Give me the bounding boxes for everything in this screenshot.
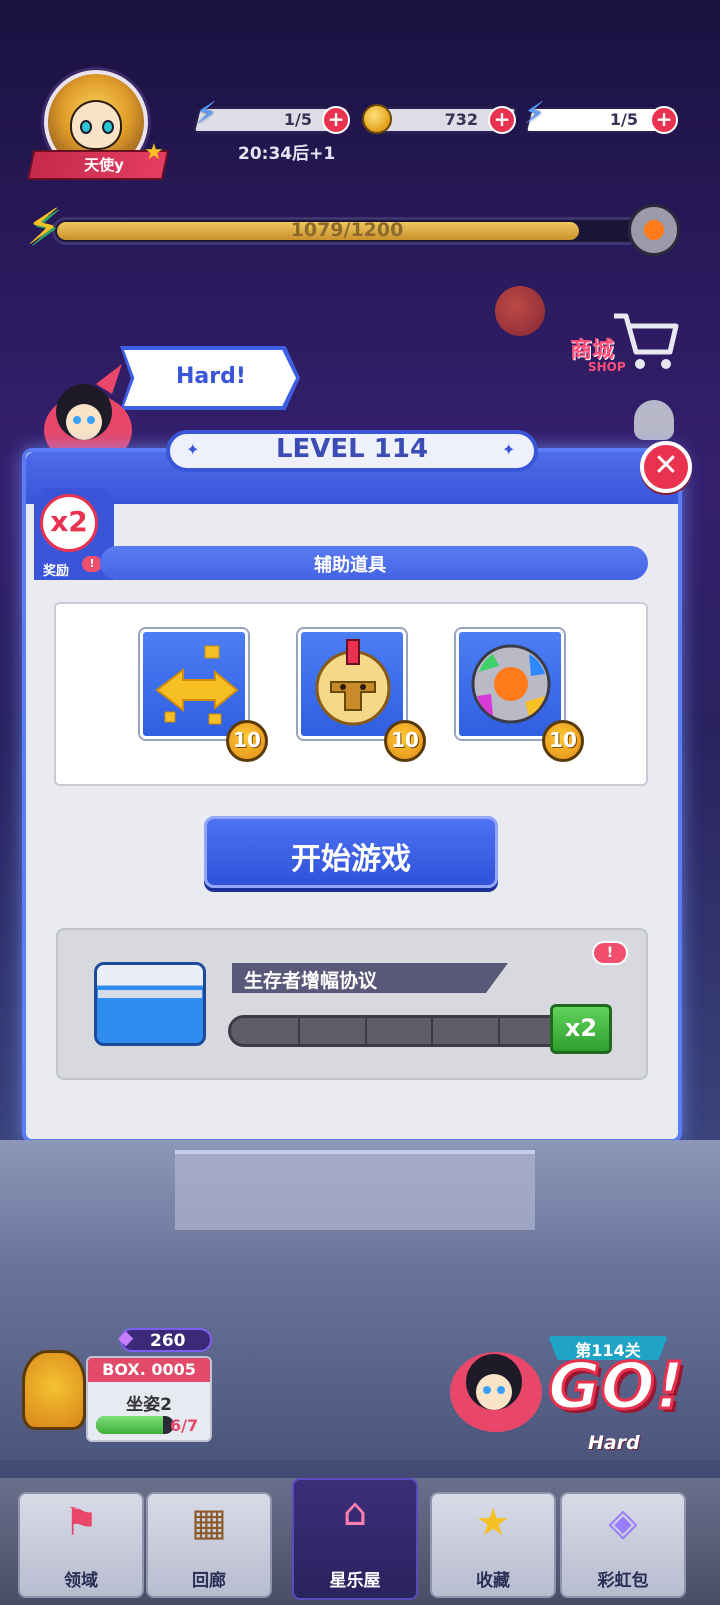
chest-icon[interactable]: [94, 962, 206, 1046]
stage-platform: [355, 1150, 535, 1230]
star-icon: ★: [475, 1500, 511, 1544]
color-orb-icon: [471, 644, 551, 724]
helmet-icon: [315, 639, 391, 726]
avatar-eye: [102, 120, 114, 134]
energy-value: 1/5: [283, 110, 312, 129]
item-gladiator-helmet[interactable]: [298, 629, 406, 739]
domain-icon: ⚑: [63, 1500, 99, 1544]
add-coins-button[interactable]: +: [488, 106, 516, 134]
add-energy-button[interactable]: +: [322, 106, 350, 134]
box-character[interactable]: [22, 1350, 86, 1430]
star-icon: ★: [144, 140, 164, 165]
box-name: 坐姿2: [126, 1395, 172, 1415]
rainbow-pack-icon: ◈: [608, 1500, 638, 1544]
lightning-bolt-icon: ⚡: [524, 96, 546, 131]
x2-ticket-icon: x2: [550, 1004, 612, 1054]
nav-label-gallery: 回廊: [192, 1571, 226, 1591]
ghost-icon: [634, 400, 674, 440]
reward-label: 奖励: [43, 564, 70, 579]
item-count-badge: 10: [226, 720, 268, 762]
star-house-icon: ⌂: [342, 1490, 368, 1534]
go-difficulty: Hard: [588, 1432, 640, 1454]
planet-icon: [495, 286, 545, 336]
box-progress-fill: [96, 1416, 163, 1434]
box-code: BOX. 0005: [102, 1360, 196, 1379]
progress-segment-divider: [498, 1018, 500, 1044]
box-title: 生存者增幅协议: [244, 970, 378, 992]
box-progress-bar: [228, 1015, 568, 1047]
progress-segment-divider: [431, 1018, 433, 1044]
level-title: LEVEL 114: [275, 434, 429, 464]
gallery-icon: ▦: [191, 1500, 227, 1544]
reward-orb-icon[interactable]: [628, 204, 680, 256]
add-bonus-energy-button[interactable]: +: [650, 106, 678, 134]
progress-segment-divider: [365, 1018, 367, 1044]
xp-text: 1079/1200: [290, 219, 404, 241]
go-button[interactable]: GO!: [547, 1349, 688, 1426]
item-count-badge: 10: [542, 720, 584, 762]
close-button[interactable]: ✕: [640, 441, 692, 493]
bonus-energy-value: 1/5: [609, 110, 638, 129]
nav-label-domain: 领域: [64, 1571, 98, 1591]
nav-label-star-house: 星乐屋: [329, 1571, 381, 1591]
reward-alert-badge: !: [82, 556, 102, 572]
start-game-label[interactable]: 开始游戏: [204, 834, 498, 878]
gem-icon: ◆: [118, 1325, 134, 1349]
swap-arrows-icon: [155, 645, 239, 725]
avatar-eye: [80, 120, 92, 134]
box-alert-badge[interactable]: !: [592, 941, 628, 965]
xp-bolt-icon: ⚡: [26, 198, 62, 256]
item-color-orb[interactable]: [456, 629, 564, 739]
progress-segment-divider: [298, 1018, 300, 1044]
chest-band: [98, 990, 202, 998]
avatar-face: [70, 100, 122, 150]
difficulty-label: Hard!: [176, 364, 246, 389]
lightning-bolt-icon: ⚡: [196, 96, 218, 131]
energy-timer: 20:34后+1: [238, 144, 336, 164]
nav-label-collection: 收藏: [476, 1571, 510, 1591]
player-name: 天使y: [84, 156, 124, 174]
item-swap-arrows[interactable]: [140, 629, 248, 739]
nav-label-rainbow-pack: 彩虹包: [597, 1571, 649, 1591]
shop-sublabel: SHOP: [588, 360, 626, 374]
aux-items-title: 辅助道具: [314, 555, 386, 576]
item-count-badge: 10: [384, 720, 426, 762]
box-progress-track: [96, 1416, 174, 1434]
coin-value: 732: [444, 110, 478, 129]
go-mascot-character[interactable]: [440, 1330, 552, 1440]
box-progress-text: 6/7: [170, 1416, 199, 1435]
gem-value: 260: [150, 1331, 186, 1351]
stage-platform: [175, 1150, 355, 1230]
coin-icon: [362, 104, 392, 134]
reward-multiplier: x2: [40, 494, 98, 552]
